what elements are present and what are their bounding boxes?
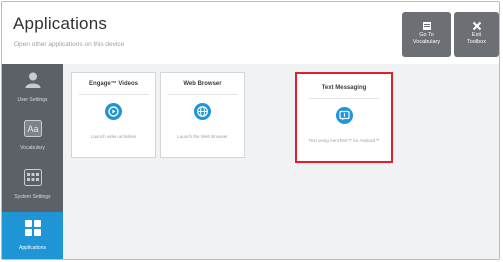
chat-icon	[335, 107, 353, 124]
app-card-inner: Text Messaging Text using AeroText™ for …	[302, 77, 386, 158]
app-card-text-messaging[interactable]: Text Messaging Text using AeroText™ for …	[295, 72, 393, 163]
app-card-title: Engage™ Videos	[89, 81, 138, 87]
applications-grid: Engage™ Videos Launch video activities W…	[63, 64, 499, 259]
close-icon	[454, 18, 499, 31]
vocabulary-book-icon	[402, 18, 451, 30]
sidebar-item-label: System Settings	[14, 194, 51, 200]
app-card-description: Text using AeroText™ for Android™	[308, 138, 380, 143]
app-card-divider	[309, 98, 379, 99]
sidebar-item-vocabulary[interactable]: Aa Vocabulary	[2, 113, 63, 162]
app-card-description: Launch video activities	[90, 134, 137, 139]
keyboard-grid-icon	[2, 169, 63, 191]
page-subtitle: Open other applications on this device	[14, 41, 125, 48]
svg-text:Aa: Aa	[27, 124, 38, 134]
exit-toolbox-button[interactable]: Exit Toolbox	[454, 12, 499, 57]
go-to-vocabulary-button[interactable]: Go To Vocabulary	[402, 12, 451, 57]
sidebar-item-user-settings[interactable]: User Settings	[2, 64, 63, 113]
vocabulary-icon: Aa	[2, 120, 63, 142]
exit-toolbox-label-line2: Toolbox	[467, 39, 486, 45]
app-window: Applications Open other applications on …	[1, 1, 500, 260]
app-card-description: Launch the Web Browser	[177, 134, 228, 139]
app-card-title: Web Browser	[183, 81, 222, 87]
app-card-divider	[167, 94, 238, 95]
sidebar-item-applications[interactable]: Applications	[2, 212, 63, 259]
globe-icon	[194, 103, 211, 120]
app-card-engage-videos[interactable]: Engage™ Videos Launch video activities	[71, 72, 156, 158]
app-card-title: Text Messaging	[321, 85, 367, 91]
sidebar-item-label: Vocabulary	[20, 145, 45, 151]
app-card-divider	[78, 94, 149, 95]
sidebar-item-label: Applications	[19, 245, 46, 251]
page-title: Applications	[13, 14, 108, 33]
sidebar: User Settings Aa Vocabulary System Setti…	[2, 64, 63, 259]
app-card-web-browser[interactable]: Web Browser Launch the Web Browser	[160, 72, 245, 158]
go-to-vocabulary-label-line1: Go To	[419, 32, 434, 38]
video-icon	[105, 103, 122, 120]
user-icon	[2, 71, 63, 94]
apps-grid-icon	[2, 219, 63, 242]
exit-toolbox-label-line1: Exit	[471, 32, 482, 38]
header: Applications Open other applications on …	[2, 2, 499, 64]
sidebar-item-label: User Settings	[17, 97, 48, 103]
go-to-vocabulary-label-line2: Vocabulary	[412, 39, 441, 45]
sidebar-item-system-settings[interactable]: System Settings	[2, 162, 63, 211]
